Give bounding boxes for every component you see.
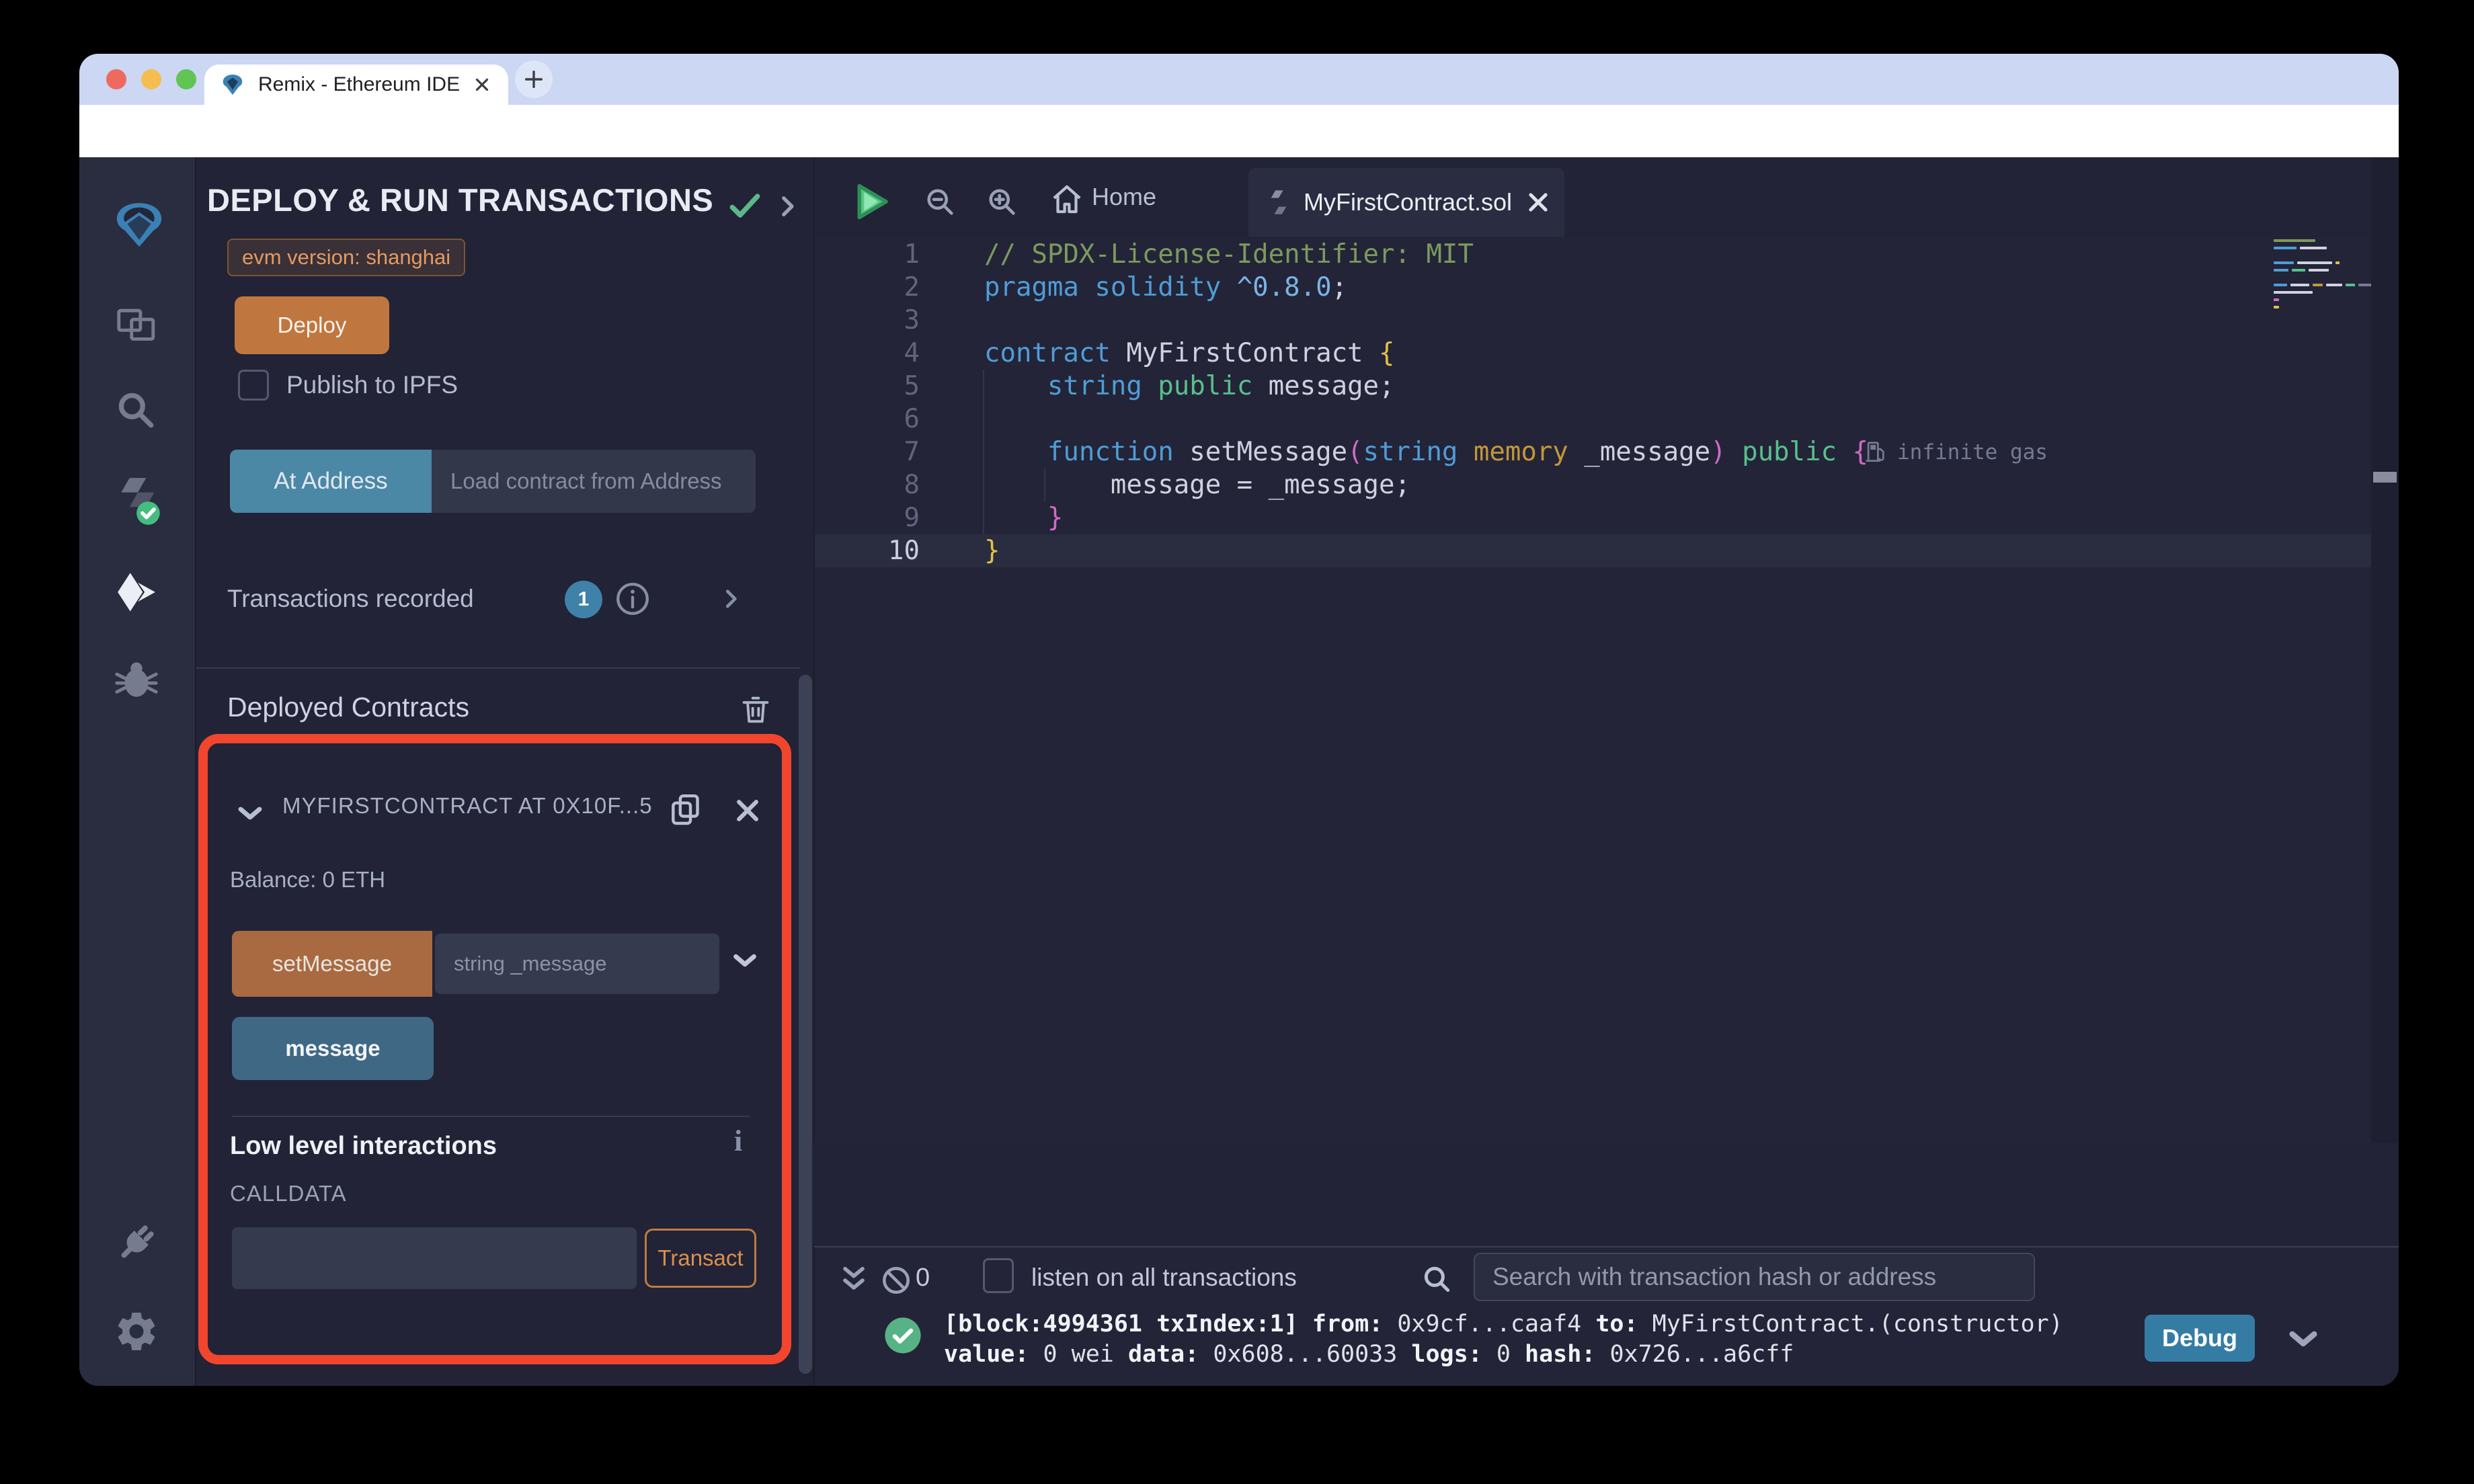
search-icon[interactable] (113, 387, 161, 436)
publish-ipfs-checkbox[interactable] (238, 370, 269, 401)
settings-gear-icon[interactable] (113, 1308, 161, 1356)
remix-app: DEPLOY & RUN TRANSACTIONS evm version: s… (79, 157, 2399, 1386)
code-line-3[interactable]: 3 (815, 304, 2372, 337)
code-line-5[interactable]: 5 string public message; (815, 370, 2372, 403)
traffic-light-maximize[interactable] (176, 69, 196, 89)
contract-collapse-chevron-icon[interactable] (234, 797, 266, 829)
remix-logo[interactable] (113, 198, 162, 247)
zoom-out-icon[interactable] (922, 184, 957, 219)
code-line-1[interactable]: 1// SPDX-License-Identifier: MIT (815, 238, 2372, 271)
message-button[interactable]: message (232, 1017, 434, 1080)
code-line-8[interactable]: 8 message = _message; (815, 468, 2372, 501)
tab-home[interactable]: Home (1092, 183, 1156, 211)
calldata-input[interactable] (232, 1227, 637, 1289)
debug-button[interactable]: Debug (2145, 1315, 2255, 1362)
transactions-recorded-label: Transactions recorded (227, 585, 474, 612)
tab-close-icon[interactable] (472, 75, 492, 95)
clear-console-icon[interactable] (879, 1264, 913, 1297)
solidity-file-icon (1267, 188, 1290, 216)
gas-pump-icon (1866, 441, 1884, 462)
transaction-log[interactable]: [block:4994361 txIndex:1] from: 0x9cf...… (944, 1309, 2141, 1370)
at-address-button[interactable]: At Address (230, 450, 432, 513)
deploy-run-panel: DEPLOY & RUN TRANSACTIONS evm version: s… (195, 157, 813, 1386)
panel-expand-chevron-icon[interactable] (773, 192, 801, 220)
run-script-play-icon[interactable] (854, 183, 890, 220)
terminal-search-icon (1420, 1262, 1453, 1296)
transactions-expand-chevron-icon[interactable] (718, 586, 744, 612)
listen-count-badge: 0 (916, 1264, 930, 1292)
editor-scrollbar-thumb[interactable] (2373, 472, 2397, 483)
check-icon (726, 187, 764, 224)
terminal-panel: 0 listen on all transactions [block:4994… (813, 1246, 2399, 1386)
transact-button[interactable]: Transact (645, 1229, 756, 1288)
file-tab-close-icon[interactable] (1525, 190, 1551, 215)
copy-icon[interactable] (667, 790, 705, 828)
publish-ipfs-label: Publish to IPFS (286, 371, 458, 399)
calldata-label: CALLDATA (230, 1181, 347, 1206)
low-level-title: Low level interactions (230, 1132, 497, 1160)
trash-icon[interactable] (738, 692, 773, 727)
debug-dropdown-chevron-icon[interactable] (2284, 1320, 2322, 1358)
contract-close-icon[interactable] (733, 796, 762, 825)
code-line-9[interactable]: 9 } (815, 501, 2372, 534)
contract-balance: Balance: 0 ETH (230, 867, 386, 892)
code-line-2[interactable]: 2 pragma solidity ^0.8.0; (815, 271, 2372, 304)
code-line-10[interactable]: 10} (815, 534, 2372, 567)
editor-minimap[interactable] (2274, 239, 2375, 313)
screenshot-root: Remix - Ethereum IDE remix.ethereum.org/… (0, 0, 2474, 1484)
tab-title: Remix - Ethereum IDE (258, 73, 461, 95)
low-level-info-icon[interactable]: i (734, 1124, 742, 1158)
code-line-4[interactable]: 4 contract MyFirstContract { (815, 337, 2372, 370)
deploy-button[interactable]: Deploy (235, 296, 389, 354)
listen-all-label: listen on all transactions (1031, 1264, 1297, 1291)
browser-toolbar: remix.ethereum.org/#lang=en&optimize=fal… (79, 105, 2399, 202)
file-tab-label: MyFirstContract.sol (1304, 188, 1513, 216)
info-icon[interactable] (613, 579, 652, 618)
plugin-manager-icon[interactable] (113, 1218, 161, 1266)
file-explorer-icon[interactable] (113, 302, 161, 350)
at-address-input[interactable] (432, 450, 756, 513)
editor-overview-ruler (2371, 157, 2399, 1143)
deployed-contracts-title: Deployed Contracts (227, 692, 470, 723)
browser-tab[interactable]: Remix - Ethereum IDE (204, 65, 508, 105)
tx-success-check-icon (883, 1316, 922, 1355)
low-level-divider (232, 1116, 750, 1117)
evm-version-badge: evm version: shanghai (227, 239, 466, 276)
zoom-in-icon[interactable] (984, 184, 1019, 219)
deployed-contract-title: MYFIRSTCONTRACT AT 0X10F...5 (282, 793, 653, 818)
set-message-button[interactable]: setMessage (232, 931, 432, 997)
panel-title: DEPLOY & RUN TRANSACTIONS (207, 182, 714, 218)
expand-args-chevron-icon[interactable] (729, 945, 760, 976)
traffic-light-close[interactable] (106, 69, 126, 89)
panel-scrollbar[interactable] (799, 675, 812, 1374)
listen-all-checkbox[interactable] (983, 1258, 1014, 1293)
browser-window: Remix - Ethereum IDE remix.ethereum.org/… (79, 54, 2399, 1386)
transactions-count-badge: 1 (565, 581, 602, 618)
remix-favicon-icon (221, 73, 245, 97)
editor-tab-bar: Home MyFirstContract.sol (815, 157, 2399, 237)
home-icon[interactable] (1049, 181, 1085, 218)
terminal-search-input[interactable] (1474, 1253, 2035, 1301)
set-message-input[interactable] (435, 934, 719, 994)
new-tab-button[interactable] (515, 60, 553, 98)
browser-tab-strip: Remix - Ethereum IDE (79, 54, 2399, 105)
gas-annotation: infinite gas (1865, 436, 2048, 468)
tab-file-active[interactable]: MyFirstContract.sol (1248, 168, 1564, 237)
deploy-run-icon[interactable] (113, 569, 161, 617)
panel-divider (196, 667, 800, 669)
icon-rail (79, 157, 195, 1386)
code-editor: Home MyFirstContract.sol 1// SPDX-Licens… (813, 157, 2399, 1143)
code-line-7[interactable]: 7 function setMessage(string memory _mes… (815, 436, 2372, 468)
code-line-6[interactable]: 6 (815, 403, 2372, 436)
traffic-light-minimize[interactable] (141, 69, 161, 89)
collapse-terminal-icon[interactable] (836, 1262, 871, 1297)
debugger-icon[interactable] (113, 655, 161, 703)
code-area[interactable]: 1// SPDX-License-Identifier: MIT 2 pragma … (815, 237, 2399, 1143)
solidity-compiler-icon[interactable] (113, 473, 161, 525)
